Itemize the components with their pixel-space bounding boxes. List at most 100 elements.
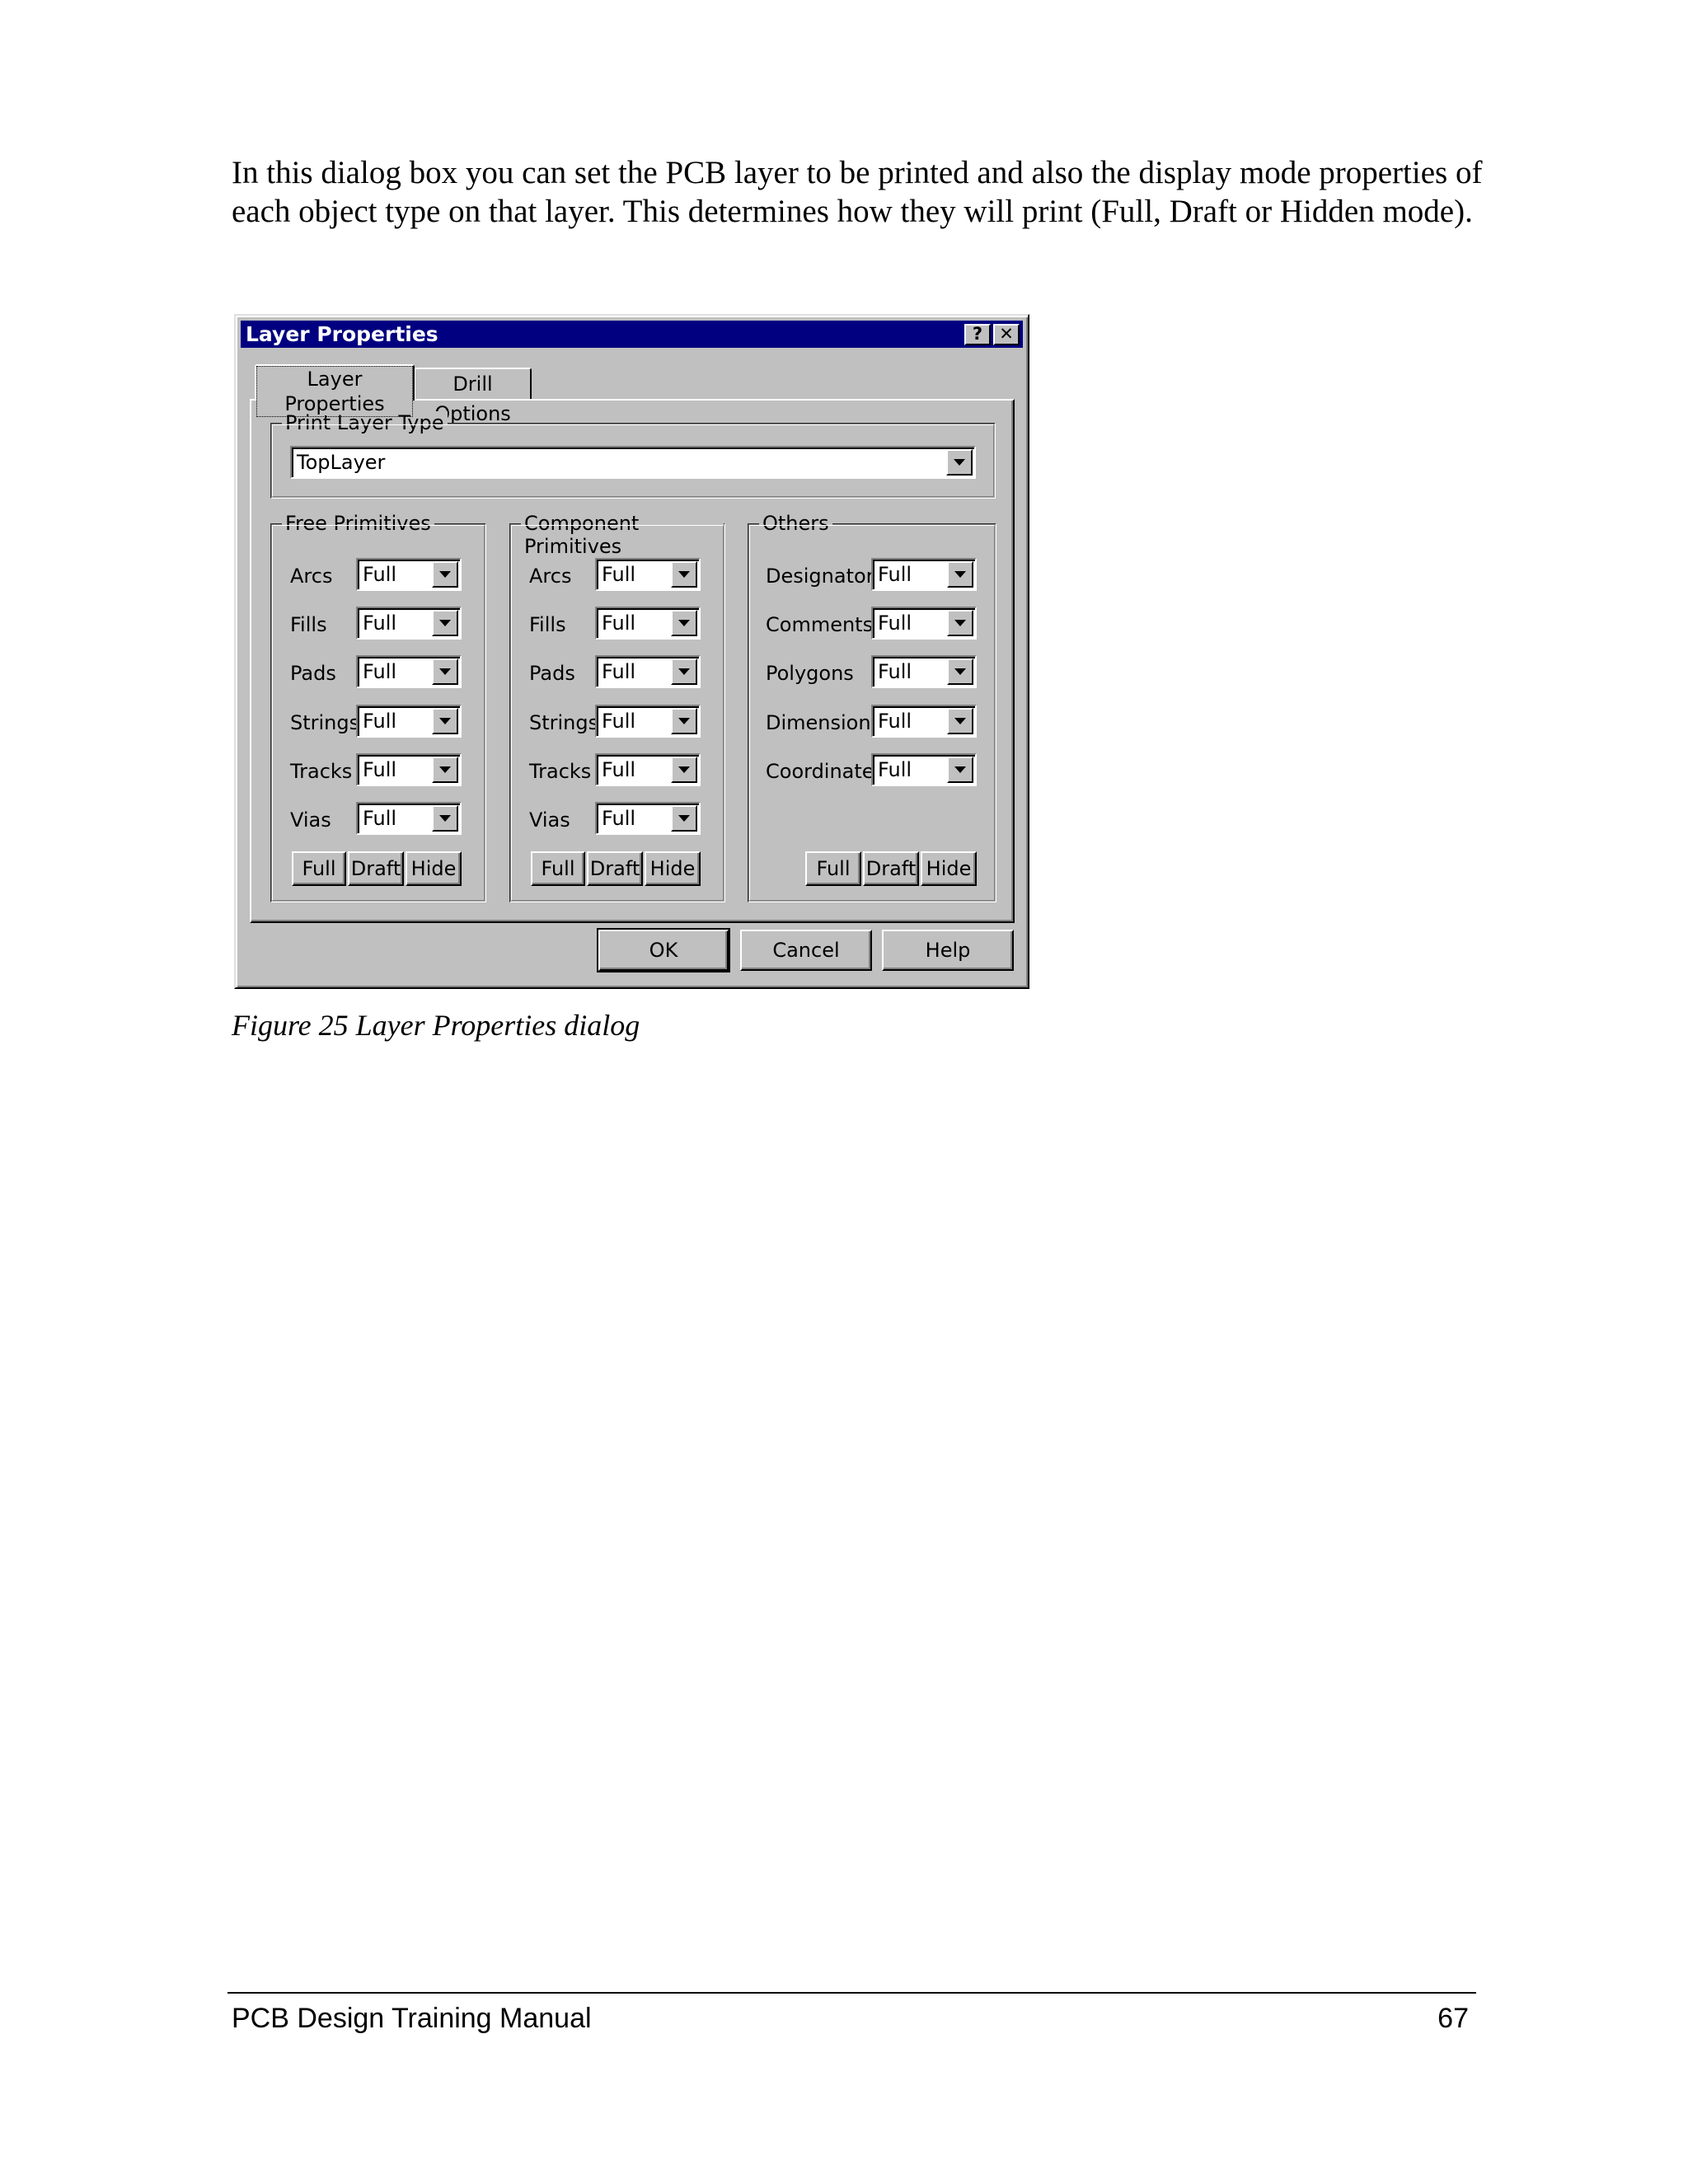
free-vias-label: Vias <box>290 808 331 832</box>
tab-drill-options[interactable]: Drill Options <box>414 368 532 425</box>
component-draft-button[interactable]: Draft <box>587 851 643 886</box>
chevron-down-icon[interactable] <box>432 805 458 832</box>
select-value: Full <box>602 612 636 635</box>
select-value: Full <box>878 660 912 683</box>
others-draft-button[interactable]: Draft <box>863 851 919 886</box>
dialog-titlebar: Layer Properties ? ✕ <box>241 321 1023 348</box>
others-coordinates-select[interactable]: Full <box>871 753 977 786</box>
dialog-title: Layer Properties <box>246 322 438 346</box>
layer-properties-dialog: Layer Properties ? ✕ Layer Properties Dr… <box>234 314 1029 989</box>
component-hide-button[interactable]: Hide <box>645 851 701 886</box>
component-primitives-group: Component Primitives Arcs Full Fills Ful… <box>509 512 725 902</box>
component-tracks-select[interactable]: Full <box>595 753 701 786</box>
component-vias-select[interactable]: Full <box>595 802 701 835</box>
chevron-down-icon[interactable] <box>671 610 697 636</box>
group-title: Free Primitives <box>282 512 434 535</box>
free-primitives-group: Free Primitives Arcs Full Fills Full Pad… <box>270 512 486 902</box>
chevron-down-icon[interactable] <box>432 708 458 734</box>
select-value: Full <box>602 710 636 733</box>
free-arcs-label: Arcs <box>290 565 333 588</box>
free-vias-select[interactable]: Full <box>356 802 462 835</box>
others-dimensions-label: Dimensions <box>766 711 882 734</box>
free-full-button[interactable]: Full <box>292 851 346 886</box>
select-value: Full <box>878 612 912 635</box>
component-fills-label: Fills <box>529 613 566 636</box>
others-comments-label: Comments <box>766 613 874 636</box>
component-fills-select[interactable]: Full <box>595 607 701 640</box>
footer-divider <box>227 1992 1476 1994</box>
chevron-down-icon[interactable] <box>671 561 697 588</box>
select-value: Full <box>363 660 397 683</box>
select-value: Full <box>878 710 912 733</box>
component-pads-label: Pads <box>529 662 575 685</box>
chevron-down-icon[interactable] <box>432 757 458 783</box>
others-coordinates-label: Coordinates <box>766 760 885 783</box>
chevron-down-icon[interactable] <box>947 610 973 636</box>
group-title: Component Primitives <box>521 512 724 558</box>
free-strings-label: Strings <box>290 711 360 734</box>
free-tracks-select[interactable]: Full <box>356 753 462 786</box>
select-value: Full <box>363 612 397 635</box>
others-polygons-label: Polygons <box>766 662 854 685</box>
ok-button[interactable]: OK <box>597 928 730 972</box>
chevron-down-icon[interactable] <box>947 708 973 734</box>
help-question-icon[interactable]: ? <box>964 324 991 345</box>
select-value: Full <box>878 758 912 781</box>
free-strings-select[interactable]: Full <box>356 705 462 738</box>
component-strings-label: Strings <box>529 711 599 734</box>
cancel-button[interactable]: Cancel <box>740 930 872 971</box>
others-full-button[interactable]: Full <box>805 851 861 886</box>
select-value: Full <box>363 758 397 781</box>
chevron-down-icon[interactable] <box>671 658 697 685</box>
free-pads-label: Pads <box>290 662 336 685</box>
free-arcs-select[interactable]: Full <box>356 558 462 591</box>
free-draft-button[interactable]: Draft <box>348 851 404 886</box>
chevron-down-icon[interactable] <box>432 658 458 685</box>
others-designators-select[interactable]: Full <box>871 558 977 591</box>
chevron-down-icon[interactable] <box>947 561 973 588</box>
print-layer-select[interactable]: TopLayer <box>290 446 976 479</box>
others-polygons-select[interactable]: Full <box>871 655 977 688</box>
help-button[interactable]: Help <box>882 930 1014 971</box>
select-value: Full <box>602 807 636 830</box>
component-arcs-select[interactable]: Full <box>595 558 701 591</box>
others-dimensions-select[interactable]: Full <box>871 705 977 738</box>
others-comments-select[interactable]: Full <box>871 607 977 640</box>
tab-label: Layer Properties <box>256 366 413 417</box>
others-hide-button[interactable]: Hide <box>921 851 977 886</box>
chevron-down-icon[interactable] <box>432 610 458 636</box>
free-fills-label: Fills <box>290 613 327 636</box>
chevron-down-icon[interactable] <box>947 658 973 685</box>
tab-layer-properties[interactable]: Layer Properties <box>255 364 415 417</box>
select-value: Full <box>878 563 912 586</box>
select-value: Full <box>363 807 397 830</box>
select-value: Full <box>602 563 636 586</box>
chevron-down-icon[interactable] <box>946 449 973 476</box>
others-group: Others Designators Full Comments Full Po… <box>748 512 996 902</box>
close-icon[interactable]: ✕ <box>993 324 1020 345</box>
free-fills-select[interactable]: Full <box>356 607 462 640</box>
print-layer-group: Print Layer Type TopLayer <box>270 411 996 499</box>
others-designators-label: Designators <box>766 565 885 588</box>
chevron-down-icon[interactable] <box>671 757 697 783</box>
component-vias-label: Vias <box>529 808 570 832</box>
component-pads-select[interactable]: Full <box>595 655 701 688</box>
free-hide-button[interactable]: Hide <box>406 851 462 886</box>
select-value: TopLayer <box>297 451 386 474</box>
free-pads-select[interactable]: Full <box>356 655 462 688</box>
free-tracks-label: Tracks <box>290 760 353 783</box>
component-strings-select[interactable]: Full <box>595 705 701 738</box>
chevron-down-icon[interactable] <box>432 561 458 588</box>
component-full-button[interactable]: Full <box>531 851 585 886</box>
component-tracks-label: Tracks <box>529 760 592 783</box>
group-title: Others <box>759 512 832 535</box>
select-value: Full <box>363 563 397 586</box>
select-value: Full <box>602 758 636 781</box>
footer-title: PCB Design Training Manual <box>232 2003 592 2034</box>
chevron-down-icon[interactable] <box>671 805 697 832</box>
chevron-down-icon[interactable] <box>947 757 973 783</box>
intro-paragraph: In this dialog box you can set the PCB l… <box>232 155 1483 229</box>
chevron-down-icon[interactable] <box>671 708 697 734</box>
select-value: Full <box>363 710 397 733</box>
figure-caption: Figure 25 Layer Properties dialog <box>232 1009 640 1042</box>
